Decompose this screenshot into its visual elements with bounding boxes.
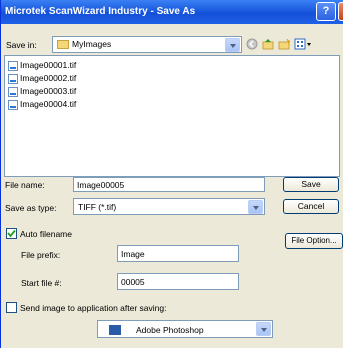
auto-filename-label: Auto filename: [20, 229, 72, 239]
file-prefix-label: File prefix:: [21, 250, 61, 260]
list-item[interactable]: Image00003.tif: [8, 86, 76, 97]
save-as-type-label: Save as type:: [5, 203, 57, 213]
start-file-label: Start file #:: [21, 278, 62, 288]
help-button[interactable]: ?: [316, 2, 336, 21]
application-combo[interactable]: Adobe Photoshop: [97, 320, 273, 338]
tif-file-icon: [8, 86, 18, 97]
file-prefix-input[interactable]: Image: [117, 245, 239, 262]
new-folder-icon[interactable]: [278, 38, 290, 50]
save-in-value: MyImages: [72, 39, 112, 49]
tif-file-icon: [8, 60, 18, 71]
chevron-down-icon[interactable]: [225, 38, 240, 52]
tif-file-icon: [8, 99, 18, 110]
up-folder-icon[interactable]: [262, 38, 274, 50]
file-name-input[interactable]: Image00005: [73, 177, 265, 192]
start-file-input[interactable]: 00005: [117, 273, 239, 290]
folder-icon: [57, 40, 69, 50]
send-image-checkbox[interactable]: [6, 302, 17, 313]
save-in-combo[interactable]: MyImages: [52, 36, 242, 53]
list-item[interactable]: Image00002.tif: [8, 73, 76, 84]
send-image-label: Send image to application after saving:: [20, 303, 167, 313]
save-in-label: Save in:: [6, 40, 37, 50]
chevron-down-icon[interactable]: [256, 322, 271, 336]
view-menu-icon[interactable]: [294, 38, 312, 50]
tif-file-icon: [8, 73, 18, 84]
save-as-type-combo[interactable]: TIFF (*.tif): [73, 198, 265, 215]
save-as-dialog: Microtek ScanWizard Industry - Save As ?…: [0, 0, 343, 348]
title-bar: Microtek ScanWizard Industry - Save As ?…: [1, 0, 343, 24]
auto-filename-checkbox[interactable]: [6, 228, 17, 239]
cancel-button[interactable]: Cancel: [283, 199, 339, 214]
save-button[interactable]: Save: [283, 177, 339, 192]
checkmark-icon: [7, 229, 16, 238]
list-item[interactable]: Image00004.tif: [8, 99, 76, 110]
close-button[interactable]: X: [338, 2, 343, 21]
list-item[interactable]: Image00001.tif: [8, 60, 76, 71]
chevron-down-icon[interactable]: [248, 200, 263, 214]
file-list[interactable]: Image00001.tif Image00002.tif Image00003…: [4, 55, 340, 177]
window-title: Microtek ScanWizard Industry - Save As: [5, 6, 196, 17]
file-name-label: File name:: [5, 180, 45, 190]
photoshop-icon: [109, 325, 121, 335]
back-icon[interactable]: [246, 38, 258, 50]
file-option-button[interactable]: File Option...: [285, 233, 343, 249]
